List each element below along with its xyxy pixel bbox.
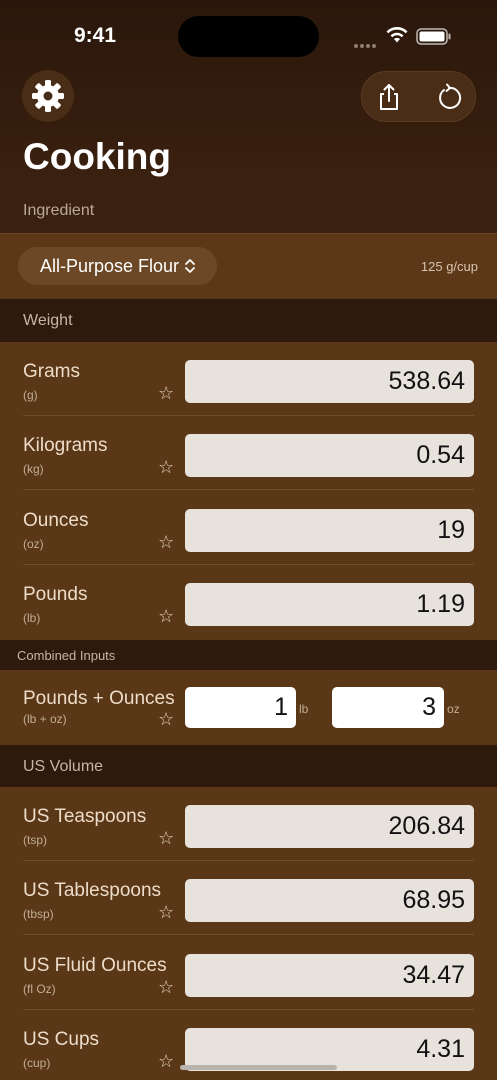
us-teaspoons-input[interactable]: 206.84 [185,805,474,848]
unit-row-us-teaspoons: US Teaspoons (tsp) ☆ 206.84 [0,787,497,861]
wifi-icon [386,27,408,43]
us-fluid-ounces-input[interactable]: 34.47 [185,954,474,997]
unit-name: Ounces [23,510,89,531]
cooking-converter-screen: 9:41 Cooking Ingredient All-Purpose Flou… [0,0,497,1080]
section-header-us-volume: US Volume [0,745,497,787]
unit-name: Pounds [23,584,88,605]
gear-icon [32,80,64,112]
unit-abbreviation: (lb + oz) [23,712,67,726]
kilograms-input[interactable]: 0.54 [185,434,474,477]
favorite-star-icon[interactable]: ☆ [158,607,174,625]
header-actions [361,71,476,122]
weight-list: Grams (g) ☆ 538.64 Kilograms (kg) ☆ 0.54… [0,342,497,640]
unit-abbreviation: (tsp) [23,833,47,847]
pounds-part-input[interactable]: 1 [185,687,296,728]
favorite-star-icon[interactable]: ☆ [158,458,174,476]
dynamic-island [178,16,319,57]
row-divider [23,934,474,935]
share-button[interactable] [374,82,404,112]
row-divider [23,489,474,490]
section-title-weight: Weight [23,312,73,329]
ingredient-picker[interactable]: All-Purpose Flour [18,247,217,285]
reset-button[interactable] [434,82,464,112]
ingredient-picker-value: All-Purpose Flour [40,255,180,276]
favorite-star-icon[interactable]: ☆ [158,384,174,402]
favorite-star-icon[interactable]: ☆ [158,710,174,728]
settings-button[interactable] [22,70,74,122]
ounces-part-input[interactable]: 3 [332,687,444,728]
home-indicator[interactable] [180,1065,337,1070]
status-bar: 9:41 [0,0,497,70]
reset-icon [439,83,462,109]
unit-abbreviation: (cup) [23,1056,51,1070]
status-time: 9:41 [74,24,117,47]
unit-row-us-fluid-ounces: US Fluid Ounces (fl Oz) ☆ 34.47 [0,936,497,1010]
share-icon [380,84,398,110]
unit-name: Kilograms [23,435,108,456]
unit-abbreviation: (oz) [23,537,44,551]
unit-row-kilograms: Kilograms (kg) ☆ 0.54 [0,416,497,490]
ingredient-label: Ingredient [23,202,95,219]
chevron-up-down-icon [185,259,195,273]
cellular-signal-icon [354,35,378,48]
section-title-us-volume: US Volume [23,758,104,775]
ingredient-bar: All-Purpose Flour 125 g/cup [0,233,497,299]
favorite-star-icon[interactable]: ☆ [158,978,174,996]
density-label: 125 g/cup [420,259,478,274]
section-header-combined: Combined Inputs [0,640,497,670]
unit-name: US Teaspoons [23,806,147,827]
unit-row-grams: Grams (g) ☆ 538.64 [0,342,497,416]
grams-input[interactable]: 538.64 [185,360,474,403]
us-volume-list: US Teaspoons (tsp) ☆ 206.84 US Tablespoo… [0,787,497,1080]
unit-row-pounds-ounces: Pounds + Ounces (lb + oz) ☆ 1 lb 3 oz [0,670,497,745]
favorite-star-icon[interactable]: ☆ [158,1052,174,1070]
favorite-star-icon[interactable]: ☆ [158,903,174,921]
favorite-star-icon[interactable]: ☆ [158,533,174,551]
unit-name: US Fluid Ounces [23,955,167,976]
unit-abbreviation: (tbsp) [23,907,54,921]
unit-name: US Tablespoons [23,880,162,901]
section-title-combined: Combined Inputs [17,648,116,663]
ounces-input[interactable]: 19 [185,509,474,552]
unit-row-pounds: Pounds (lb) ☆ 1.19 [0,565,497,639]
combined-list: Pounds + Ounces (lb + oz) ☆ 1 lb 3 oz [0,670,497,745]
unit-name: Grams [23,361,80,382]
ounces-unit-label: oz [447,702,460,716]
favorite-star-icon[interactable]: ☆ [158,829,174,847]
unit-name: Pounds + Ounces [23,688,175,709]
unit-abbreviation: (fl Oz) [23,982,56,996]
unit-row-ounces: Ounces (oz) ☆ 19 [0,491,497,565]
section-header-weight: Weight [0,299,497,342]
page-title: Cooking [23,136,171,177]
unit-abbreviation: (kg) [23,462,44,476]
pounds-input[interactable]: 1.19 [185,583,474,626]
us-tablespoons-input[interactable]: 68.95 [185,879,474,922]
battery-icon [416,28,451,45]
unit-abbreviation: (lb) [23,611,41,625]
unit-row-us-tablespoons: US Tablespoons (tbsp) ☆ 68.95 [0,861,497,935]
unit-name: US Cups [23,1029,100,1050]
pounds-unit-label: lb [299,702,309,716]
unit-abbreviation: (g) [23,388,38,402]
